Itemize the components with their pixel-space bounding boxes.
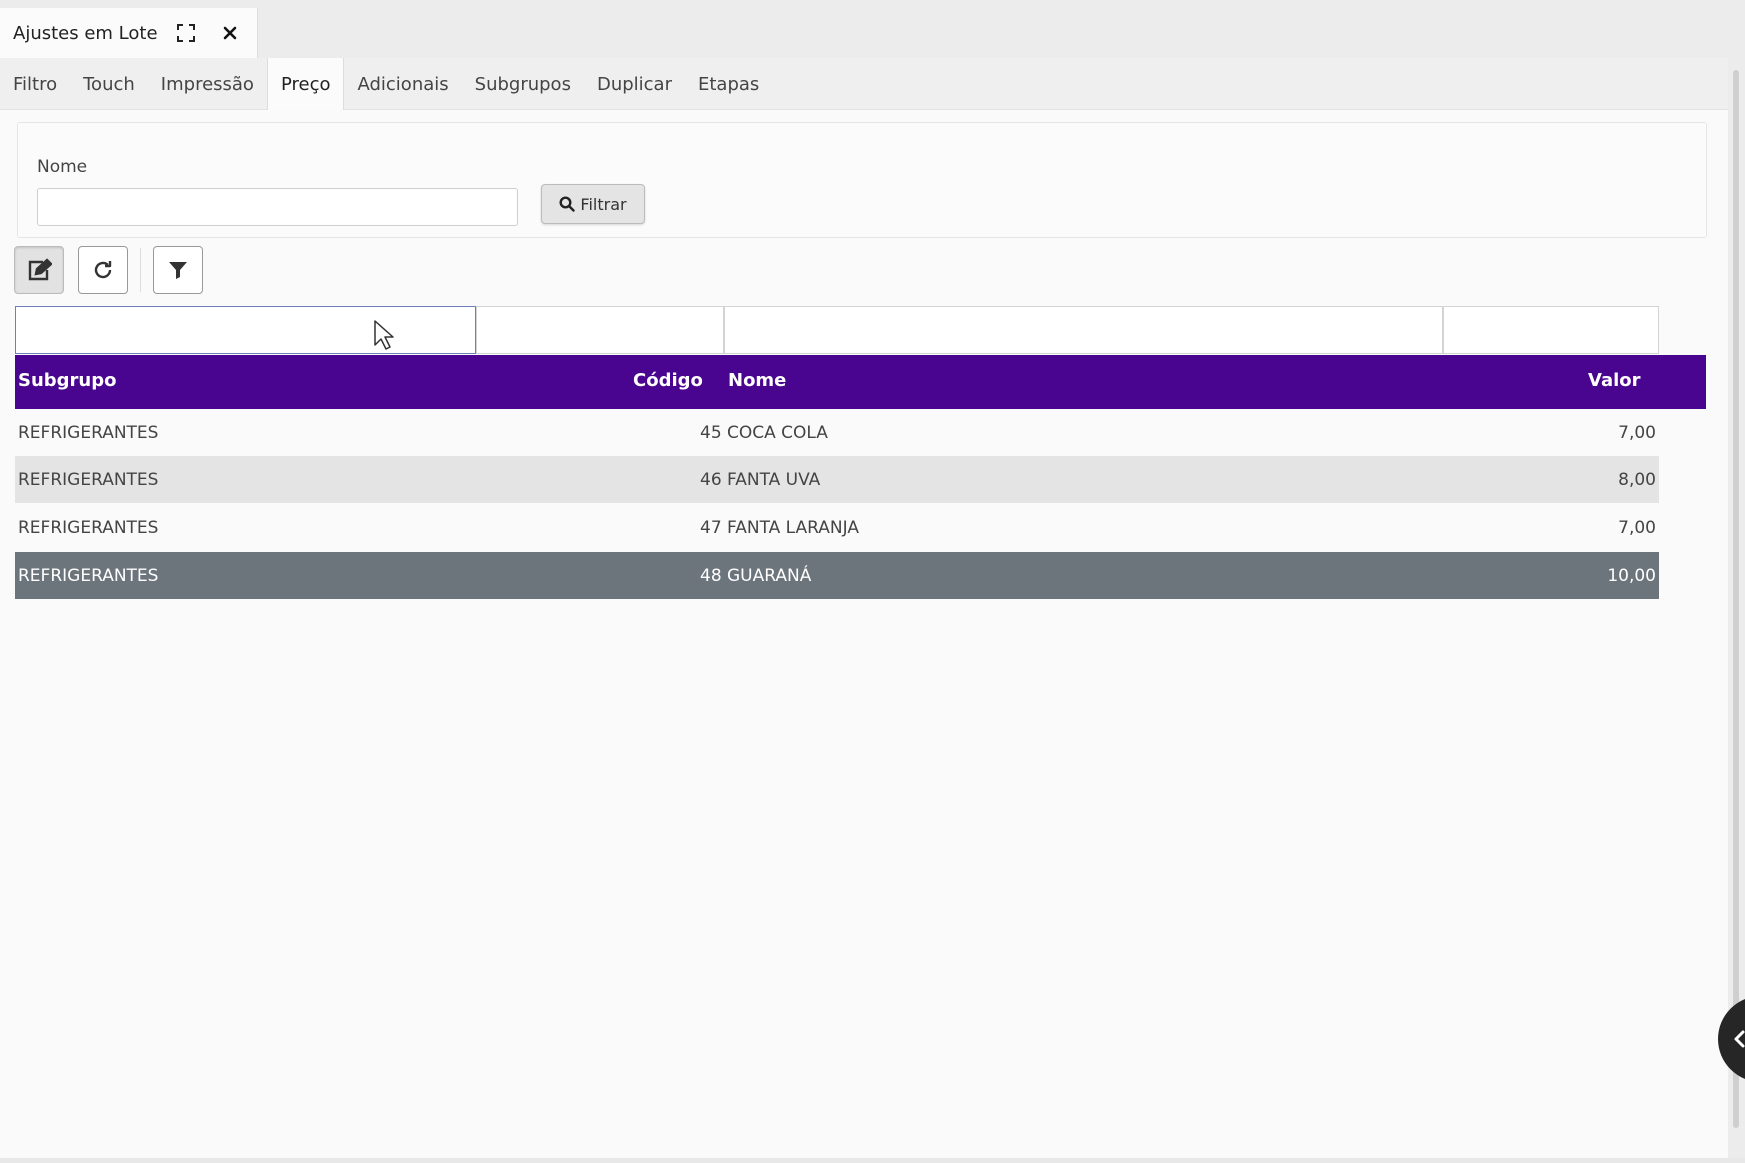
cell-subgrupo: REFRIGERANTES	[18, 470, 159, 490]
cell-valor: 7,00	[1618, 518, 1656, 538]
chevron-left-icon	[1734, 1030, 1745, 1048]
column-header-valor[interactable]: Valor	[1588, 370, 1641, 391]
table-row-selected[interactable]: REFRIGERANTES 48 GUARANÁ 10,00	[15, 552, 1659, 599]
name-filter-label: Nome	[37, 157, 88, 177]
window-title: Ajustes em Lote	[13, 22, 158, 44]
codigo-column-filter[interactable]	[476, 306, 724, 354]
cell-codigo: 46	[700, 470, 722, 490]
cell-subgrupo: REFRIGERANTES	[18, 423, 159, 443]
vertical-scrollbar[interactable]	[1733, 70, 1739, 1128]
cell-nome: GUARANÁ	[727, 566, 812, 586]
edit-button[interactable]	[14, 246, 64, 294]
table-row[interactable]: REFRIGERANTES 45 COCA COLA 7,00	[15, 409, 1659, 456]
filter-button[interactable]: Filtrar	[541, 184, 645, 224]
valor-column-filter[interactable]	[1443, 306, 1659, 354]
refresh-icon	[94, 261, 112, 279]
column-header-subgrupo[interactable]: Subgrupo	[18, 370, 117, 391]
tab-touch[interactable]: Touch	[70, 58, 148, 110]
table-row[interactable]: REFRIGERANTES 46 FANTA UVA 8,00	[15, 456, 1659, 503]
mouse-cursor-icon	[374, 320, 394, 350]
cell-codigo: 45	[700, 423, 722, 443]
bottom-border	[0, 1158, 1745, 1163]
tab-subgrupos[interactable]: Subgrupos	[462, 58, 584, 110]
tab-etapas[interactable]: Etapas	[685, 58, 772, 110]
cell-valor: 8,00	[1618, 470, 1656, 490]
filter-panel: Nome Filtrar	[17, 122, 1707, 238]
maximize-icon[interactable]	[172, 19, 200, 47]
tab-filtro[interactable]: Filtro	[0, 58, 70, 110]
edit-icon	[28, 258, 52, 281]
grid-header: Subgrupo Código Nome Valor	[15, 355, 1706, 409]
filter-toggle-button[interactable]	[153, 246, 203, 294]
cell-subgrupo: REFRIGERANTES	[18, 518, 159, 538]
tab-adicionais[interactable]: Adicionais	[344, 58, 461, 110]
subgrupo-column-filter[interactable]	[15, 306, 476, 354]
funnel-icon	[169, 262, 187, 279]
tab-content-preco: Nome Filtrar Subgrupo Código Nome Valor …	[0, 110, 1728, 1160]
column-header-codigo[interactable]: Código	[633, 370, 703, 391]
close-icon[interactable]	[216, 19, 244, 47]
tab-preco[interactable]: Preço	[266, 58, 345, 111]
window-title-tab[interactable]: Ajustes em Lote	[0, 8, 258, 58]
tab-bar: Filtro Touch Impressão Preço Adicionais …	[0, 58, 1728, 111]
table-row[interactable]: REFRIGERANTES 47 FANTA LARANJA 7,00	[15, 504, 1659, 551]
nome-column-filter[interactable]	[724, 306, 1443, 354]
cell-codigo: 47	[700, 518, 722, 538]
column-header-nome[interactable]: Nome	[728, 370, 786, 391]
name-filter-input[interactable]	[37, 188, 518, 226]
toolbar-divider	[140, 248, 141, 292]
cell-codigo: 48	[700, 566, 722, 586]
tab-impressao[interactable]: Impressão	[148, 58, 267, 110]
cell-subgrupo: REFRIGERANTES	[18, 566, 159, 586]
search-icon	[559, 196, 576, 212]
refresh-button[interactable]	[78, 246, 128, 294]
cell-valor: 7,00	[1618, 423, 1656, 443]
cell-valor: 10,00	[1607, 566, 1656, 586]
cell-nome: COCA COLA	[727, 423, 828, 443]
batch-adjust-window: Ajustes em Lote Filtro Touch Impressão P…	[0, 0, 1745, 1163]
filter-button-label: Filtrar	[580, 194, 627, 214]
cell-nome: FANTA LARANJA	[727, 518, 859, 538]
tab-duplicar[interactable]: Duplicar	[584, 58, 685, 110]
cell-nome: FANTA UVA	[727, 470, 821, 490]
